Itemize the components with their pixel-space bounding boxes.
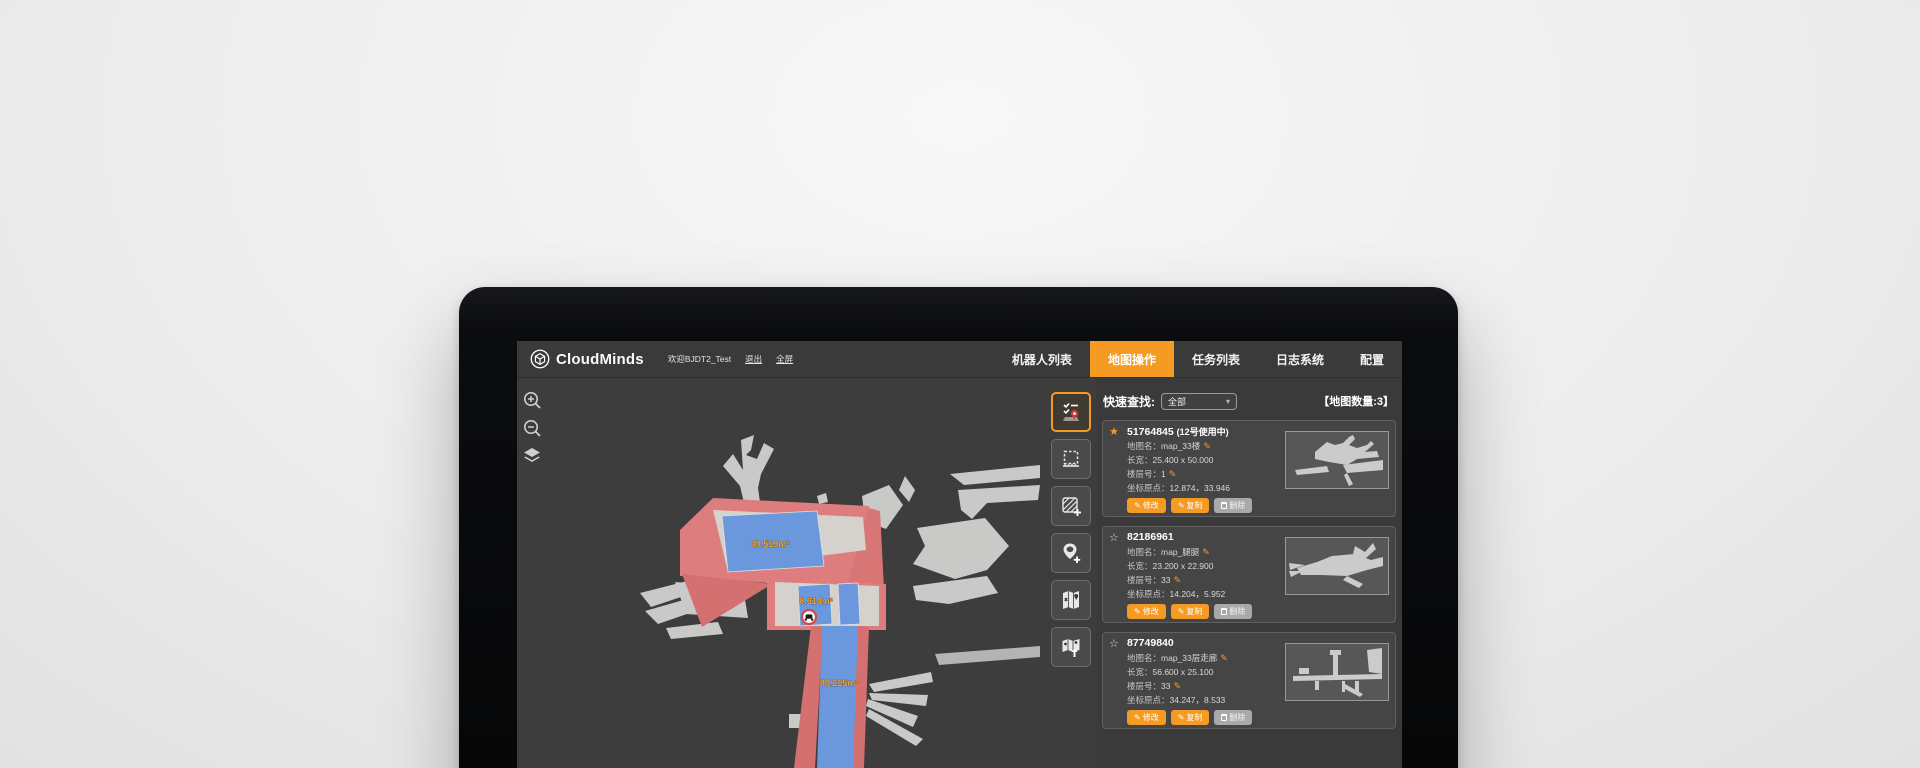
- task-checklist-pin-tool-icon[interactable]: [1051, 392, 1091, 432]
- delete-map-button[interactable]: 删除: [1214, 604, 1252, 619]
- zone-area-label: 80.215m²: [820, 678, 859, 688]
- delete-map-button[interactable]: 删除: [1214, 710, 1252, 725]
- app-screen: CloudMinds 欢迎BJDT2_Test 退出 全屏 机器人列表 地图操作…: [517, 341, 1402, 768]
- map-card-title: 82186961: [1127, 531, 1174, 543]
- map-origin-row: 坐标原点：34.247，8.533: [1127, 694, 1225, 706]
- nav-task-list[interactable]: 任务列表: [1174, 341, 1258, 377]
- brand-name: CloudMinds: [556, 351, 644, 368]
- map-id: 82186961: [1127, 531, 1174, 543]
- nav-map-operations[interactable]: 地图操作: [1090, 341, 1174, 377]
- edit-map-button[interactable]: ✎修改: [1127, 604, 1166, 619]
- map-floor-row: 楼层号：33✎: [1127, 574, 1181, 586]
- map-id: 51764845: [1127, 426, 1174, 438]
- map-size-row: 长宽：56.600 x 25.100: [1127, 666, 1214, 678]
- map-marker-tool-icon[interactable]: [1051, 580, 1091, 620]
- chevron-down-icon: ▾: [1226, 397, 1230, 406]
- brand: CloudMinds: [517, 341, 644, 377]
- map-id: 87749840: [1127, 637, 1174, 649]
- main-nav: 机器人列表 地图操作 任务列表 日志系统 配置: [994, 341, 1402, 377]
- map-filter-select[interactable]: 全部 ▾: [1161, 393, 1237, 410]
- nav-robot-list[interactable]: 机器人列表: [994, 341, 1090, 377]
- logout-link[interactable]: 退出: [745, 353, 762, 365]
- map-card: ★ 51764845 (12号使用中) 地图名：map_33楼✎ 长宽：25.4…: [1102, 420, 1396, 517]
- map-floor-row: 楼层号：33✎: [1127, 680, 1181, 692]
- edit-pencil-icon[interactable]: ✎: [1203, 441, 1211, 451]
- map-origin-row: 坐标原点：14.204，5.952: [1127, 588, 1225, 600]
- edit-map-button[interactable]: ✎修改: [1127, 498, 1166, 513]
- map-viewport[interactable]: 40.519m² 8.614m² 80.215m²: [517, 378, 1046, 768]
- quick-search-label: 快速查找:: [1103, 393, 1155, 410]
- map-card-title: 87749840: [1127, 637, 1174, 649]
- trash-icon: [1221, 502, 1227, 509]
- map-tool-strip: [1046, 378, 1096, 768]
- hatched-region-add-tool-icon[interactable]: [1051, 486, 1091, 526]
- fullscreen-link[interactable]: 全屏: [776, 353, 793, 365]
- favorite-star-icon[interactable]: ☆: [1109, 637, 1119, 650]
- favorite-star-icon[interactable]: ★: [1109, 425, 1119, 438]
- robot-marker[interactable]: [802, 610, 816, 624]
- edit-pencil-icon[interactable]: ✎: [1173, 575, 1181, 585]
- delete-map-button[interactable]: 删除: [1214, 498, 1252, 513]
- map-upload-tool-icon[interactable]: [1051, 627, 1091, 667]
- map-origin-row: 坐标原点：12.874，33.946: [1127, 482, 1230, 494]
- map-card: ☆ 82186961 地图名：map_腿腿✎ 长宽：23.200 x 22.90…: [1102, 526, 1396, 623]
- trash-icon: [1221, 608, 1227, 615]
- zone-area-label: 8.614m²: [799, 596, 833, 606]
- edit-pencil-icon[interactable]: ✎: [1173, 681, 1181, 691]
- map-in-use-flag: (12号使用中): [1177, 427, 1229, 437]
- layers-icon[interactable]: [522, 446, 542, 466]
- map-list-panel: 快速查找: 全部 ▾ 【地图数量:3】 ★ 51764845 (12号使用中) …: [1096, 378, 1402, 768]
- map-floor-row: 楼层号：1✎: [1127, 468, 1176, 480]
- copy-map-button[interactable]: ✎复制: [1171, 710, 1210, 725]
- nav-config[interactable]: 配置: [1342, 341, 1402, 377]
- copy-map-button[interactable]: ✎复制: [1171, 604, 1210, 619]
- map-name-row: 地图名：map_腿腿✎: [1127, 546, 1210, 558]
- map-name-row: 地图名：map_33楼✎: [1127, 440, 1211, 452]
- copy-map-button[interactable]: ✎复制: [1171, 498, 1210, 513]
- favorite-star-icon[interactable]: ☆: [1109, 531, 1119, 544]
- edit-pencil-icon[interactable]: ✎: [1169, 469, 1177, 479]
- nav-log-system[interactable]: 日志系统: [1258, 341, 1342, 377]
- zone-area-label: 40.519m²: [751, 539, 790, 549]
- zoom-in-icon[interactable]: [522, 390, 542, 410]
- cloudminds-logo-icon: [530, 349, 550, 369]
- map-size-row: 长宽：23.200 x 22.900: [1127, 560, 1214, 572]
- map-card: ☆ 87749840 地图名：map_33层走廊✎ 长宽：56.600 x 25…: [1102, 632, 1396, 729]
- app-header: CloudMinds 欢迎BJDT2_Test 退出 全屏 机器人列表 地图操作…: [517, 341, 1402, 378]
- welcome-text: 欢迎BJDT2_Test: [668, 353, 731, 365]
- map-size-row: 长宽：25.400 x 50.000: [1127, 454, 1214, 466]
- location-pin-add-tool-icon[interactable]: [1051, 533, 1091, 573]
- edit-pencil-icon[interactable]: ✎: [1202, 547, 1210, 557]
- trash-icon: [1221, 714, 1227, 721]
- map-card-title: 51764845 (12号使用中): [1127, 425, 1229, 438]
- edit-map-button[interactable]: ✎修改: [1127, 710, 1166, 725]
- edit-pencil-icon[interactable]: ✎: [1220, 653, 1228, 663]
- map-name-row: 地图名：map_33层走廊✎: [1127, 652, 1228, 664]
- laptop-frame: CloudMinds 欢迎BJDT2_Test 退出 全屏 机器人列表 地图操作…: [459, 287, 1458, 768]
- map-thumbnail[interactable]: [1285, 537, 1389, 595]
- map-canvas[interactable]: 40.519m² 8.614m² 80.215m²: [517, 378, 1046, 768]
- zoom-out-icon[interactable]: [522, 418, 542, 438]
- map-filter-selected-value: 全部: [1168, 395, 1186, 408]
- measure-area-tool-icon[interactable]: [1051, 439, 1091, 479]
- map-thumbnail[interactable]: [1285, 431, 1389, 489]
- map-thumbnail[interactable]: [1285, 643, 1389, 701]
- map-count-badge: 【地图数量:3】: [1318, 393, 1394, 409]
